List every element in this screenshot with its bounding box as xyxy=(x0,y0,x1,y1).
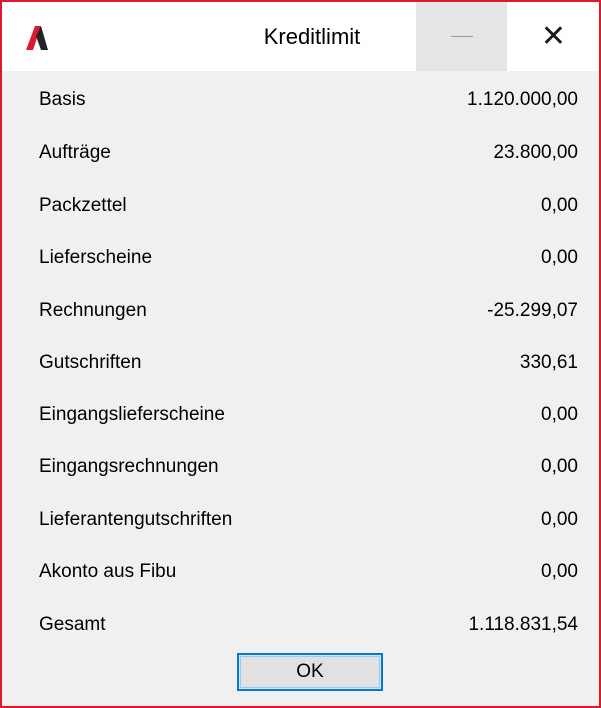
row-label: Eingangslieferscheine xyxy=(39,404,225,425)
row-rechnungen: Rechnungen -25.299,07 xyxy=(2,296,599,326)
row-eingangslieferscheine: Eingangslieferscheine 0,00 xyxy=(2,400,599,430)
row-auftraege: Aufträge 23.800,00 xyxy=(2,138,599,168)
title-bar[interactable]: Kreditlimit ✕ xyxy=(2,2,599,71)
row-gutschriften: Gutschriften 330,61 xyxy=(2,348,599,378)
row-label: Akonto aus Fibu xyxy=(39,561,177,582)
row-gesamt: Gesamt 1.118.831,54 xyxy=(2,610,599,640)
row-label: Rechnungen xyxy=(39,300,147,321)
close-icon: ✕ xyxy=(540,18,567,54)
ok-button-label: OK xyxy=(240,656,380,688)
row-value: 1.118.831,54 xyxy=(468,614,578,635)
row-value: 0,00 xyxy=(541,195,578,216)
close-button[interactable]: ✕ xyxy=(508,2,599,71)
row-value: 0,00 xyxy=(541,247,578,268)
row-value: 330,61 xyxy=(519,352,578,373)
minimize-icon xyxy=(450,36,473,37)
row-label: Aufträge xyxy=(39,142,111,163)
row-label: Gesamt xyxy=(39,614,106,635)
row-label: Eingangsrechnungen xyxy=(39,456,219,477)
row-label: Packzettel xyxy=(39,195,127,216)
row-value: 0,00 xyxy=(541,456,578,477)
row-label: Lieferantengutschriften xyxy=(39,509,233,530)
app-logo-icon xyxy=(26,26,48,50)
row-basis: Basis 1.120.000,00 xyxy=(2,85,599,115)
row-label: Gutschriften xyxy=(39,352,142,373)
kreditlimit-dialog: Kreditlimit ✕ Basis 1.120.000,00 Aufträg… xyxy=(0,0,601,708)
row-lieferantengutschriften: Lieferantengutschriften 0,00 xyxy=(2,505,599,535)
row-value: 0,00 xyxy=(541,509,578,530)
row-value: -25.299,07 xyxy=(487,300,578,321)
row-label: Basis xyxy=(39,89,86,110)
row-eingangsrechnungen: Eingangsrechnungen 0,00 xyxy=(2,452,599,482)
row-value: 23.800,00 xyxy=(493,142,578,163)
minimize-button[interactable] xyxy=(416,2,507,71)
row-packzettel: Packzettel 0,00 xyxy=(2,191,599,221)
ok-button[interactable]: OK xyxy=(237,653,383,691)
window-title: Kreditlimit xyxy=(263,24,361,49)
row-lieferscheine: Lieferscheine 0,00 xyxy=(2,243,599,273)
row-value: 0,00 xyxy=(541,561,578,582)
row-value: 1.120.000,00 xyxy=(467,89,578,110)
row-label: Lieferscheine xyxy=(39,247,153,268)
row-akonto-aus-fibu: Akonto aus Fibu 0,00 xyxy=(2,557,599,587)
row-value: 0,00 xyxy=(541,404,578,425)
